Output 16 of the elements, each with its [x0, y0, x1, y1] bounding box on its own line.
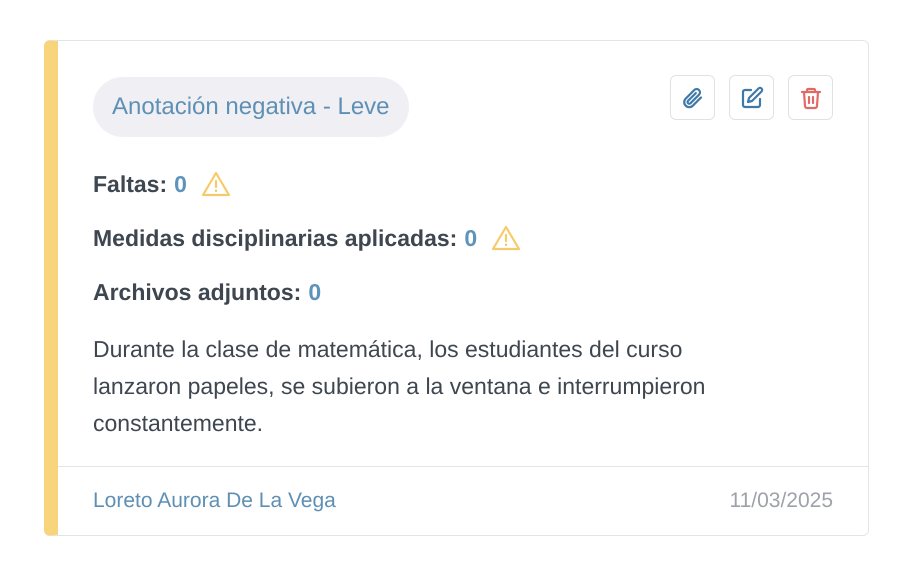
trash-icon	[798, 86, 822, 110]
stat-label: Archivos adjuntos:	[93, 278, 302, 306]
paperclip-icon	[680, 86, 704, 110]
stat-label: Faltas:	[93, 170, 168, 198]
stat-label: Medidas disciplinarias aplicadas:	[93, 224, 458, 252]
category-tag: Anotación negativa - Leve	[93, 77, 409, 137]
stat-value: 0	[174, 170, 187, 198]
edit-icon	[740, 86, 764, 110]
stat-value: 0	[308, 278, 322, 306]
edit-button[interactable]	[729, 75, 774, 120]
stat-value: 0	[464, 224, 478, 252]
annotation-date: 11/03/2025	[729, 489, 833, 513]
author-name: Loreto Aurora De La Vega	[93, 489, 336, 513]
annotation-description: Durante la clase de matemática, los estudiantes del curso lanzaron papeles, se subieron a la ventana e interrumpieron constantemente.	[93, 335, 706, 438]
delete-button[interactable]	[788, 75, 833, 120]
attach-button[interactable]	[670, 75, 715, 120]
